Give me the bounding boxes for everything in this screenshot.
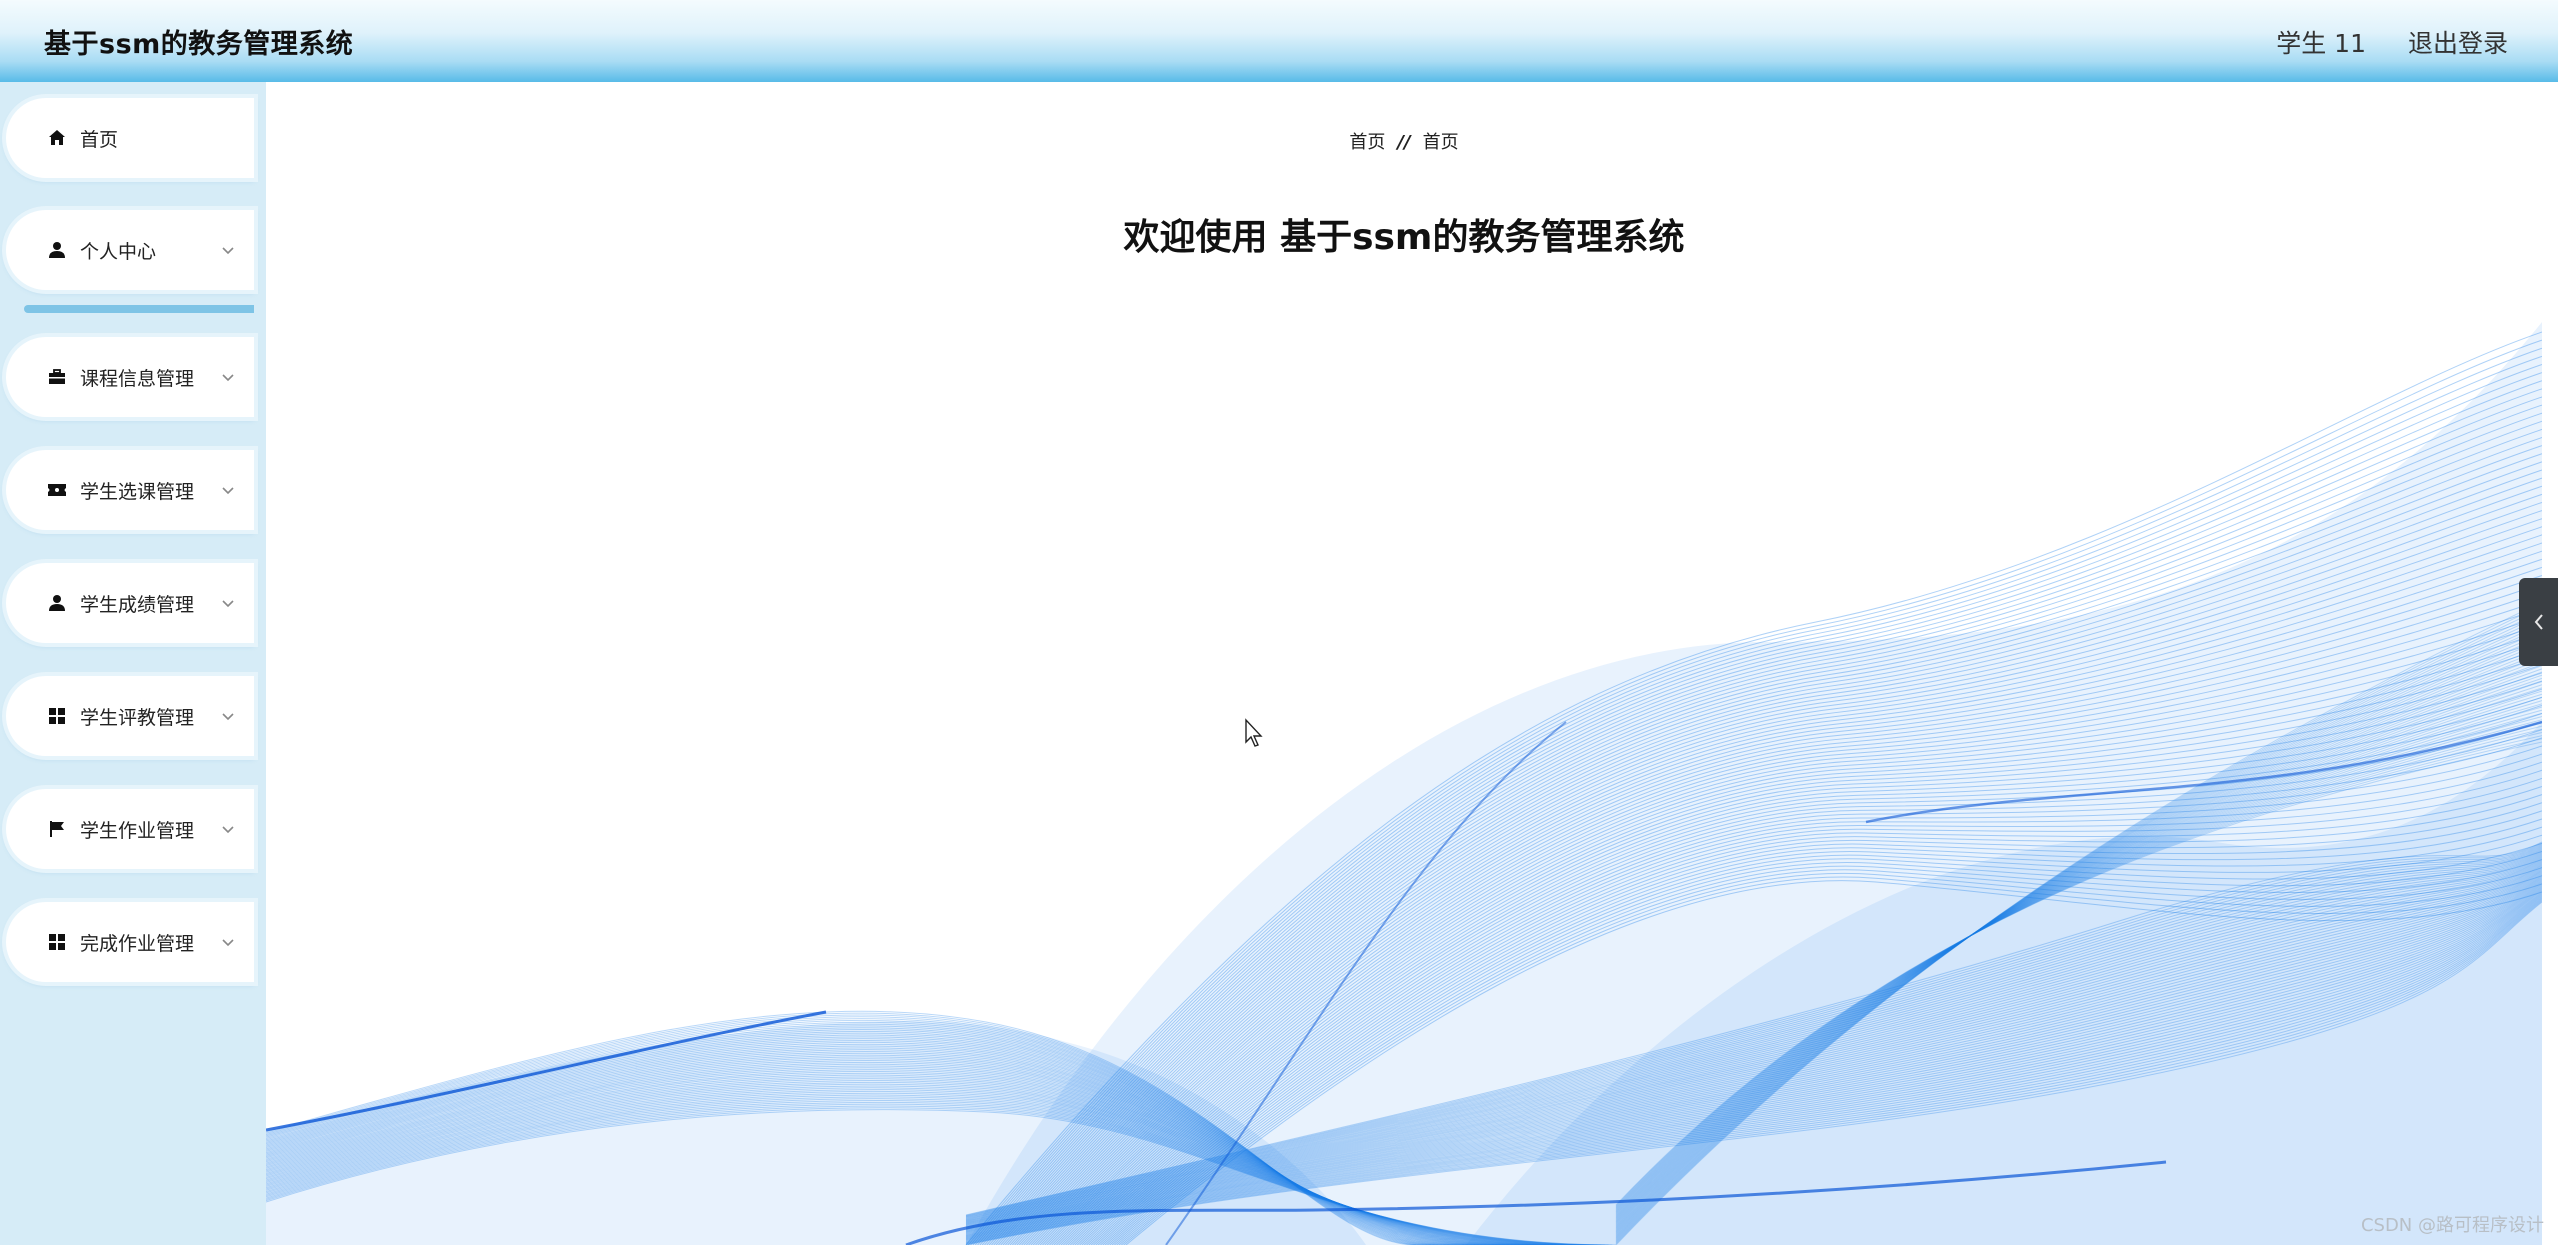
sidebar-item-home[interactable]: 首页	[6, 98, 254, 178]
chevron-down-icon	[222, 487, 234, 495]
sidebar-item-label: 学生评教管理	[80, 706, 195, 729]
sidebar-item-label: 课程信息管理	[80, 367, 195, 390]
chevron-down-icon	[222, 600, 234, 608]
sidebar-item-teaching-evaluation[interactable]: 学生评教管理	[6, 676, 254, 756]
sidebar-item-course-selection[interactable]: 学生选课管理	[6, 450, 254, 530]
submenu-indicator	[24, 305, 254, 313]
user-icon	[46, 592, 68, 614]
ticket-icon	[46, 479, 68, 501]
breadcrumb-home[interactable]: 首页	[1349, 132, 1385, 153]
sidebar-item-label: 学生选课管理	[80, 480, 195, 503]
sidebar-item-grades[interactable]: 学生成绩管理	[6, 563, 254, 643]
mouse-cursor-icon	[1245, 718, 1263, 747]
sidebar: 首页 个人中心 课程信息管理 学生选课管理 学生成绩管理 学生评教管理 学生作业…	[0, 82, 266, 1245]
chevron-down-icon	[222, 247, 234, 255]
sidebar-item-label: 完成作业管理	[80, 932, 195, 955]
grid-icon	[46, 931, 68, 953]
user-icon	[46, 239, 68, 261]
watermark: CSDN @路可程序设计	[2360, 1215, 2544, 1236]
app-title: 基于ssm的教务管理系统	[44, 29, 354, 60]
sidebar-item-label: 个人中心	[80, 240, 157, 263]
top-header: 基于ssm的教务管理系统 学生 11 退出登录	[0, 0, 2558, 82]
collapse-toggle-button[interactable]	[2519, 578, 2558, 666]
breadcrumb: 首页 // 首页	[266, 128, 2542, 154]
main-content: 首页 // 首页 欢迎使用 基于ssm的教务管理系统	[266, 82, 2542, 1245]
chevron-down-icon	[222, 713, 234, 721]
briefcase-icon	[46, 366, 68, 388]
welcome-title: 欢迎使用 基于ssm的教务管理系统	[1123, 217, 1685, 258]
sidebar-item-course-info[interactable]: 课程信息管理	[6, 337, 254, 417]
sidebar-item-personal-center[interactable]: 个人中心	[6, 210, 254, 290]
sidebar-item-homework[interactable]: 学生作业管理	[6, 789, 254, 869]
sidebar-item-label: 学生成绩管理	[80, 593, 195, 616]
chevron-down-icon	[222, 374, 234, 382]
chevron-left-icon	[2534, 614, 2543, 630]
sidebar-item-label: 学生作业管理	[80, 819, 195, 842]
sidebar-item-completed-homework[interactable]: 完成作业管理	[6, 902, 254, 982]
current-user[interactable]: 学生 11	[2276, 24, 2366, 60]
chevron-down-icon	[222, 939, 234, 947]
home-icon	[46, 127, 68, 149]
logout-button[interactable]: 退出登录	[2408, 24, 2508, 60]
chevron-down-icon	[222, 826, 234, 834]
user-area: 学生 11 退出登录	[2276, 24, 2508, 60]
grid-icon	[46, 705, 68, 727]
flag-icon	[46, 818, 68, 840]
sidebar-item-label: 首页	[80, 128, 119, 151]
breadcrumb-current: 首页	[1422, 132, 1459, 153]
breadcrumb-separator: //	[1397, 132, 1411, 153]
